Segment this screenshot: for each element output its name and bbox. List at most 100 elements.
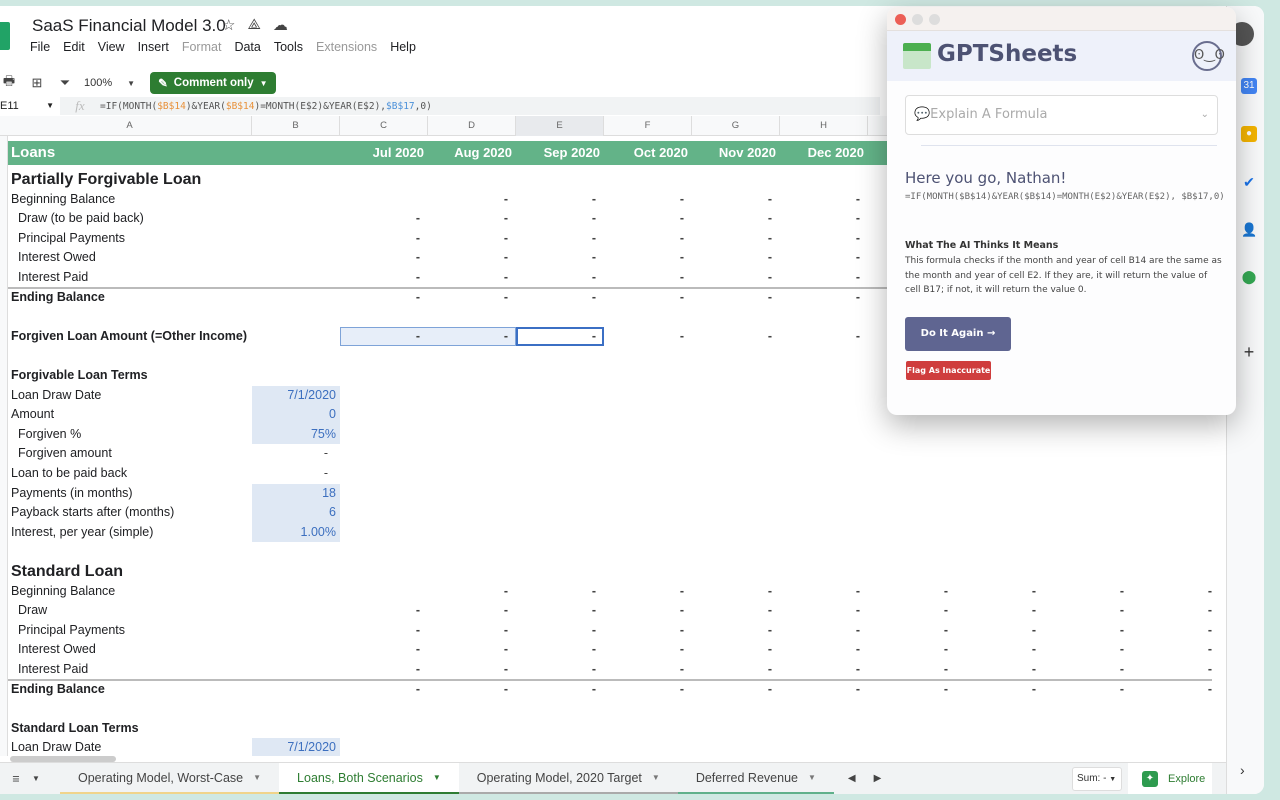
face-icon[interactable]: ʘ‿ʘ xyxy=(1192,41,1225,71)
cell-value[interactable]: - xyxy=(780,621,868,641)
table-row[interactable]: Ending Balance - - - - - - - - - - xyxy=(8,680,1212,700)
table-row[interactable]: Interest Owed - - - - - - - - - - xyxy=(8,640,1212,660)
cell-value[interactable]: - xyxy=(868,582,956,602)
column-header-d[interactable]: D xyxy=(428,116,516,136)
star-icon[interactable]: ☆ xyxy=(222,16,235,34)
cell-value[interactable]: - xyxy=(428,288,516,308)
print-icon[interactable]: 🖶 xyxy=(0,72,18,94)
cell-value[interactable]: - xyxy=(1132,621,1212,641)
cell-value[interactable]: - xyxy=(692,209,780,229)
cell-value[interactable]: - xyxy=(604,660,692,680)
cell-value[interactable]: - xyxy=(428,660,516,680)
cell-value[interactable]: - xyxy=(340,327,428,347)
cell-value[interactable]: - xyxy=(1044,621,1132,641)
cell-value[interactable]: - xyxy=(692,601,780,621)
cell-value[interactable]: - xyxy=(604,601,692,621)
tab-operating-model-2020-target[interactable]: Operating Model, 2020 Target ▼ xyxy=(458,763,678,794)
cell-value[interactable]: - xyxy=(516,190,604,210)
cell-value[interactable]: - xyxy=(340,601,428,621)
table-row[interactable]: Payments (in months) 18 xyxy=(8,483,1212,504)
menu-file[interactable]: File xyxy=(30,40,50,54)
calendar-icon[interactable]: 31 xyxy=(1241,78,1257,94)
cell-value[interactable]: - xyxy=(868,660,956,680)
cell-value[interactable]: - xyxy=(692,660,780,680)
cell-value[interactable]: - xyxy=(604,268,692,288)
add-comment-icon[interactable]: ⊞ xyxy=(28,75,46,91)
cell-value[interactable]: - xyxy=(1044,601,1132,621)
table-row[interactable]: Draw - - - - - - - - - - xyxy=(8,601,1212,621)
cell-value[interactable]: - xyxy=(340,680,428,700)
cell-value[interactable]: - xyxy=(604,248,692,268)
term-value[interactable]: 75% xyxy=(252,424,340,445)
cell-value[interactable]: - xyxy=(516,640,604,660)
section-title[interactable]: Standard Loan xyxy=(8,562,1212,582)
close-icon[interactable] xyxy=(895,14,906,25)
cell-value[interactable]: - xyxy=(340,660,428,680)
cell-value[interactable]: - xyxy=(1044,660,1132,680)
cell-value[interactable]: - xyxy=(516,621,604,641)
sum-select[interactable]: Sum: - ▼ xyxy=(1072,767,1122,791)
cell-value[interactable]: - xyxy=(1132,582,1212,602)
cell-value[interactable]: - xyxy=(692,680,780,700)
chevron-down-icon[interactable]: ▼ xyxy=(32,774,60,783)
term-value[interactable]: 6 xyxy=(252,503,340,523)
cell-value[interactable]: - xyxy=(692,621,780,641)
menu-data[interactable]: Data xyxy=(234,40,260,54)
column-header-e[interactable]: E xyxy=(516,116,604,136)
cell-value[interactable]: - xyxy=(604,680,692,700)
cell-value[interactable]: - xyxy=(516,680,604,700)
tab-deferred-revenue[interactable]: Deferred Revenue ▼ xyxy=(677,763,834,794)
cell-value[interactable]: - xyxy=(780,582,868,602)
cell-value[interactable]: - xyxy=(956,582,1044,602)
cell-value[interactable]: - xyxy=(604,327,692,347)
cell-value[interactable]: - xyxy=(1132,601,1212,621)
filter-icon[interactable]: ⏷ xyxy=(56,75,74,91)
term-value[interactable]: 18 xyxy=(252,483,340,504)
cloud-status-icon[interactable]: ☁ xyxy=(273,16,288,34)
zoom-select[interactable]: 100% xyxy=(84,77,112,89)
column-header-g[interactable]: G xyxy=(692,116,780,136)
cell-value[interactable]: - xyxy=(428,327,516,347)
cell-value[interactable]: - xyxy=(780,660,868,680)
cell-value[interactable]: - xyxy=(692,640,780,660)
cell-value[interactable]: - xyxy=(868,680,956,700)
table-row[interactable]: Payback starts after (months) 6 xyxy=(8,503,1212,523)
cell-value[interactable]: - xyxy=(340,288,428,308)
cell-value[interactable]: - xyxy=(340,209,428,229)
term-value[interactable]: 7/1/2020 xyxy=(252,738,340,756)
cell-value[interactable]: - xyxy=(780,209,868,229)
cell-value[interactable]: - xyxy=(340,229,428,249)
minimize-icon[interactable] xyxy=(912,14,923,25)
drive-move-icon[interactable]: ⟁ xyxy=(247,16,260,34)
cell-value[interactable]: - xyxy=(780,680,868,700)
cell-value[interactable]: - xyxy=(780,229,868,249)
table-row[interactable]: Beginning Balance - - - - - - - - - xyxy=(8,582,1212,602)
flag-inaccurate-button[interactable]: Flag As Inaccurate xyxy=(906,361,991,380)
cell-value[interactable]: - xyxy=(604,190,692,210)
sheets-logo-icon[interactable] xyxy=(0,22,10,50)
comment-only-button[interactable]: ✎ Comment only ▼ xyxy=(150,72,276,94)
scroll-tabs-left-icon[interactable]: ◀ xyxy=(848,773,856,784)
tasks-icon[interactable]: ✔ xyxy=(1241,174,1257,190)
cell-value[interactable]: - xyxy=(428,680,516,700)
action-select[interactable]: 💬Explain A Formula ⌄ xyxy=(905,95,1218,135)
cell-value[interactable]: - xyxy=(604,288,692,308)
maps-icon[interactable]: ⬤ xyxy=(1241,269,1257,285)
name-box[interactable]: E11 ▼ xyxy=(0,97,60,115)
term-value[interactable]: - xyxy=(252,464,340,484)
section-title[interactable]: Standard Loan Terms xyxy=(8,719,1212,739)
cell-value[interactable]: - xyxy=(428,640,516,660)
cell-value[interactable]: - xyxy=(428,209,516,229)
cell-value[interactable]: - xyxy=(780,268,868,288)
cell-value[interactable]: - xyxy=(780,640,868,660)
menu-tools[interactable]: Tools xyxy=(274,40,303,54)
cell-value[interactable]: - xyxy=(780,601,868,621)
column-header-h[interactable]: H xyxy=(780,116,868,136)
cell-value[interactable]: - xyxy=(692,288,780,308)
table-row[interactable]: Principal Payments - - - - - - - - - - xyxy=(8,621,1212,641)
cell-value[interactable]: - xyxy=(1132,680,1212,700)
add-icon[interactable]: + xyxy=(1241,343,1257,361)
term-value[interactable]: 0 xyxy=(252,405,340,425)
cell-value[interactable]: - xyxy=(868,621,956,641)
cell-value[interactable]: - xyxy=(692,248,780,268)
